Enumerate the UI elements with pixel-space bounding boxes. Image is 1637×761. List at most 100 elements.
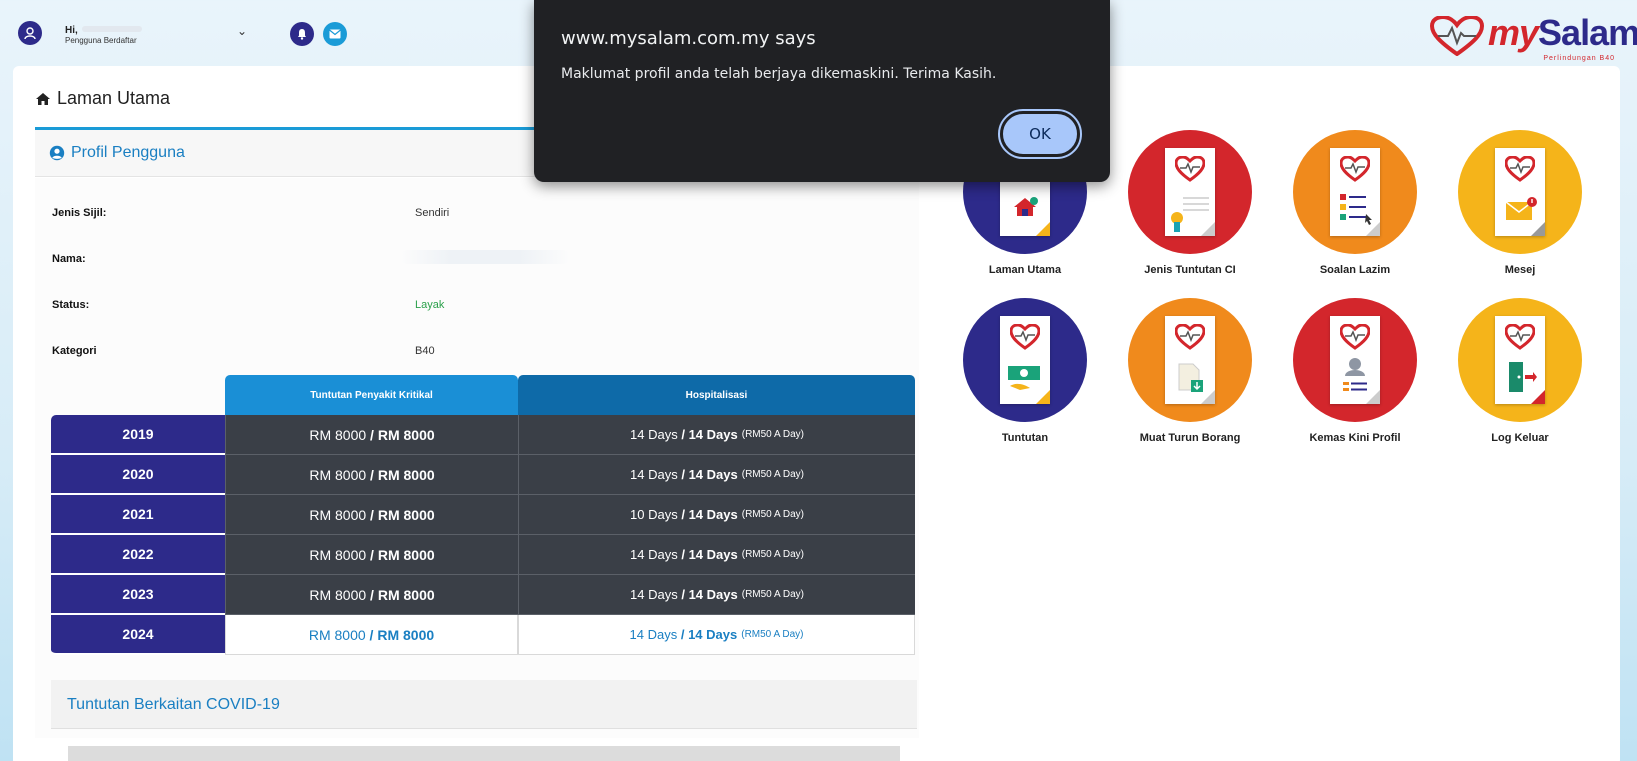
heart-icon: [1175, 324, 1205, 350]
logo-salam: Salam: [1538, 12, 1637, 53]
page-title-text: Laman Utama: [57, 88, 171, 108]
row-ci: RM 8000 / RM 8000: [225, 575, 518, 615]
mysalam-logo[interactable]: mySalam Perlindungan B40: [1430, 10, 1637, 62]
ci-used: RM 8000: [309, 426, 367, 443]
row-year: 2020: [51, 455, 225, 495]
hosp-used: 14 Days: [630, 467, 678, 482]
menu-log-keluar[interactable]: Log Keluar: [1445, 298, 1595, 458]
menu-muat-turun-borang[interactable]: Muat Turun Borang: [1115, 298, 1265, 458]
row-year: 2022: [51, 535, 225, 575]
bell-icon: [298, 29, 306, 40]
hosp-rate: (RM50 A Day): [741, 469, 804, 480]
menu-label: Mesej: [1504, 264, 1536, 276]
profile-section-title: Profil Pengguna: [71, 144, 185, 161]
field-value-jenis-sijil: Sendiri: [415, 207, 450, 219]
row-year: 2019: [51, 415, 225, 455]
field-status: Status:: [52, 299, 89, 311]
redacted-username: [81, 25, 142, 32]
table-row: 2020 RM 8000 / RM 8000 14 Days / 14 Days…: [51, 455, 917, 495]
user-greeting[interactable]: Hi, Pengguna Berdaftar: [65, 24, 142, 46]
hosp-used: 14 Days: [630, 427, 678, 442]
menu-label: Soalan Lazim: [1319, 264, 1391, 276]
table-row-current: 2024 RM 8000 / RM 8000 14 Days / 14 Days…: [51, 615, 917, 655]
menu-mesej[interactable]: Mesej: [1445, 130, 1595, 290]
field-label: Nama:: [52, 253, 86, 265]
user-avatar[interactable]: [18, 21, 42, 45]
money-document-icon: [1008, 366, 1040, 390]
heart-icon: [1505, 324, 1535, 350]
menu-jenis-tuntutan-ci[interactable]: Jenis Tuntutan CI: [1115, 130, 1265, 290]
ci-used: RM 8000: [308, 626, 366, 643]
menu-label: Laman Utama: [988, 264, 1062, 276]
menu-label: Muat Turun Borang: [1139, 432, 1241, 444]
table-row: 2021 RM 8000 / RM 8000 10 Days / 14 Days…: [51, 495, 917, 535]
dialog-title: www.mysalam.com.my says: [561, 28, 816, 49]
page-title: Laman Utama: [35, 88, 170, 109]
header-hospitalisasi: Hospitalisasi: [518, 375, 915, 415]
ci-limit: RM 8000: [377, 506, 435, 523]
hosp-limit: 14 Days: [688, 507, 738, 522]
row-year: 2024: [51, 615, 225, 655]
menu-circle: [1293, 298, 1417, 422]
profile-document-icon: [1343, 358, 1367, 391]
hosp-limit: 14 Days: [688, 627, 738, 642]
hosp-rate: (RM50 A Day): [741, 509, 804, 520]
ci-limit: RM 8000: [377, 426, 435, 443]
alert-dialog: www.mysalam.com.my says Maklumat profil …: [534, 0, 1110, 182]
redacted-name-value: [400, 250, 570, 264]
logout-document-icon: [1509, 362, 1537, 392]
table-row: 2022 RM 8000 / RM 8000 14 Days / 14 Days…: [51, 535, 917, 575]
field-label: Status:: [52, 299, 90, 311]
hosp-limit: 14 Days: [688, 427, 738, 442]
covid-section-title: Tuntutan Berkaitan COVID-19: [67, 696, 280, 713]
hosp-rate: (RM50 A Day): [741, 589, 804, 600]
dialog-message: Maklumat profil anda telah berjaya dikem…: [561, 66, 997, 82]
logo-my: my: [1488, 12, 1539, 53]
menu-kemas-kini-profil[interactable]: Kemas Kini Profil: [1280, 298, 1430, 458]
row-hosp: 14 Days / 14 Days (RM50 A Day): [518, 415, 915, 455]
menu-circle: [1293, 130, 1417, 254]
heart-icon: [1340, 324, 1370, 350]
row-hosp: 14 Days / 14 Days (RM50 A Day): [518, 615, 915, 655]
menu-circle: [963, 298, 1087, 422]
ci-used: RM 8000: [309, 506, 367, 523]
row-ci: RM 8000 / RM 8000: [225, 495, 518, 535]
ci-limit: RM 8000: [377, 466, 435, 483]
menu-label: Jenis Tuntutan CI: [1144, 264, 1236, 276]
covid-section-header[interactable]: Tuntutan Berkaitan COVID-19: [51, 680, 917, 729]
message-button[interactable]: [323, 22, 347, 46]
greeting-text: Hi,: [65, 25, 78, 36]
table-row: 2019 RM 8000 / RM 8000 14 Days / 14 Days…: [51, 415, 917, 455]
menu-tuntutan[interactable]: Tuntutan: [950, 298, 1100, 458]
row-ci: RM 8000 / RM 8000: [225, 455, 518, 495]
certificate-document-icon: [1171, 197, 1209, 232]
faq-document-icon: [1340, 194, 1372, 225]
menu-soalan-lazim[interactable]: Soalan Lazim: [1280, 130, 1430, 290]
menu-label: Kemas Kini Profil: [1309, 432, 1401, 444]
user-icon: [24, 27, 36, 40]
hosp-rate: (RM50 A Day): [741, 629, 804, 640]
field-value-status: Layak: [415, 299, 445, 311]
menu-label: Tuntutan: [1001, 432, 1049, 444]
hosp-limit: 14 Days: [688, 587, 738, 602]
hosp-limit: 14 Days: [688, 467, 738, 482]
ci-limit: RM 8000: [377, 586, 435, 603]
notification-button[interactable]: [290, 22, 314, 46]
menu-circle: [1128, 130, 1252, 254]
chevron-down-icon[interactable]: ⌄: [237, 24, 247, 38]
row-year: 2023: [51, 575, 225, 615]
hosp-used: 14 Days: [630, 547, 678, 562]
hosp-limit: 14 Days: [688, 547, 738, 562]
hosp-rate: (RM50 A Day): [741, 549, 804, 560]
download-document-icon: [1178, 363, 1203, 392]
ok-button[interactable]: OK: [998, 109, 1082, 159]
ci-limit: RM 8000: [377, 626, 435, 643]
row-hosp: 14 Days / 14 Days (RM50 A Day): [518, 575, 915, 615]
hosp-used: 14 Days: [630, 587, 678, 602]
menu-circle: [1128, 298, 1252, 422]
row-ci: RM 8000 / RM 8000: [225, 535, 518, 575]
logo-tagline: Perlindungan B40: [1543, 55, 1615, 62]
row-hosp: 14 Days / 14 Days (RM50 A Day): [518, 535, 915, 575]
envelope-icon: [329, 29, 341, 39]
heart-icon: [1505, 156, 1535, 182]
